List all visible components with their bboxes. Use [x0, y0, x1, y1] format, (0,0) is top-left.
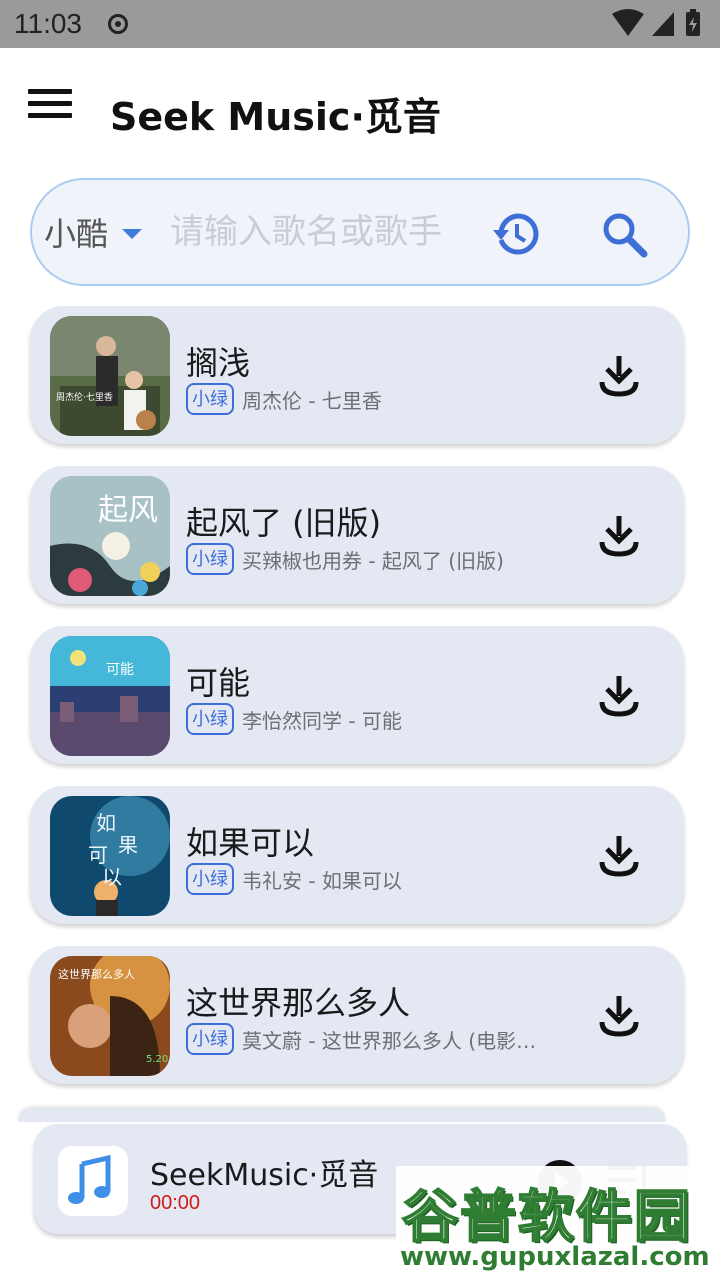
search-input[interactable]	[170, 206, 470, 258]
player-art	[58, 1146, 128, 1216]
song-artist-album: 莫文蔚 - 这世界那么多人 (电影…	[242, 1028, 537, 1053]
download-button[interactable]	[596, 992, 642, 1038]
song-artist-album: 李怡然同学 - 可能	[242, 708, 402, 733]
song-item[interactable]: 这世界那么多人 5.20 这世界那么多人 小绿 莫文蔚 - 这世界那么多人 (电…	[30, 946, 684, 1084]
source-label: 小酷	[44, 215, 109, 253]
song-title: 这世界那么多人	[186, 984, 411, 1022]
album-cover: 如 果 可 以	[50, 796, 170, 916]
download-button[interactable]	[596, 512, 642, 558]
app-title: Seek Music·觅音	[110, 95, 441, 139]
album-cover: 起风	[50, 476, 170, 596]
svg-text:果: 果	[118, 833, 138, 857]
song-artist-album: 周杰伦 - 七里香	[242, 388, 382, 413]
song-meta: 小绿 李怡然同学 - 可能	[186, 702, 402, 736]
song-meta: 小绿 买辣椒也用券 - 起风了 (旧版)	[186, 542, 504, 576]
song-meta: 小绿 莫文蔚 - 这世界那么多人 (电影…	[186, 1022, 536, 1056]
player-title: SeekMusic·觅音	[150, 1158, 379, 1193]
svg-text:这世界那么多人: 这世界那么多人	[58, 967, 135, 981]
history-button[interactable]	[492, 210, 540, 258]
download-icon	[599, 356, 639, 397]
svg-text:周杰伦·七里香: 周杰伦·七里香	[56, 391, 113, 403]
download-button[interactable]	[596, 832, 642, 878]
history-icon	[493, 213, 539, 255]
song-meta: 小绿 周杰伦 - 七里香	[186, 382, 382, 416]
source-dropdown[interactable]: 小酷	[44, 210, 143, 254]
svg-text:以: 以	[102, 865, 122, 889]
download-button[interactable]	[596, 352, 642, 398]
hamburger-icon	[28, 89, 72, 94]
battery-icon	[686, 9, 700, 36]
wifi-icon	[612, 9, 644, 36]
song-item[interactable]: 可能 可能 小绿 李怡然同学 - 可能	[30, 626, 684, 764]
menu-button[interactable]	[22, 84, 78, 132]
download-icon	[599, 836, 639, 877]
song-meta: 小绿 韦礼安 - 如果可以	[186, 862, 402, 896]
download-icon	[599, 516, 639, 557]
song-item[interactable]: 起风 起风了 (旧版) 小绿 买辣椒也用券 - 起风了 (旧版)	[30, 466, 684, 604]
status-time: 11:03	[14, 8, 82, 39]
album-cover: 可能	[50, 636, 170, 756]
source-badge: 小绿	[186, 1023, 234, 1055]
song-item[interactable]: 周杰伦·七里香 搁浅 小绿 周杰伦 - 七里香	[30, 306, 684, 444]
watermark-text: 谷普软件园	[401, 1184, 692, 1251]
album-cover: 这世界那么多人 5.20	[50, 956, 170, 1076]
song-title: 可能	[186, 664, 251, 702]
source-badge: 小绿	[186, 863, 234, 895]
svg-text:如: 如	[96, 811, 116, 835]
svg-text:起风: 起风	[98, 493, 158, 528]
song-artist-album: 买辣椒也用券 - 起风了 (旧版)	[242, 548, 504, 573]
status-icons	[610, 8, 710, 40]
hamburger-line	[28, 113, 72, 118]
svg-text:可: 可	[88, 843, 108, 867]
watermark: 谷普软件园 www.gupuxlazal.com	[396, 1166, 720, 1280]
caret-down-icon	[122, 229, 143, 239]
download-icon	[599, 676, 639, 717]
song-title: 搁浅	[186, 344, 251, 382]
player-time: 00:00	[150, 1192, 201, 1214]
hamburger-line	[28, 101, 72, 106]
search-icon	[603, 213, 648, 258]
source-badge: 小绿	[186, 383, 234, 415]
watermark-url: www.gupuxlazal.com	[400, 1242, 710, 1272]
song-item-partial	[18, 1108, 666, 1122]
search-button[interactable]	[600, 210, 648, 258]
music-note-icon	[68, 1154, 111, 1204]
source-badge: 小绿	[186, 543, 234, 575]
song-title: 起风了 (旧版)	[186, 504, 382, 542]
download-button[interactable]	[596, 672, 642, 718]
signal-icon	[652, 12, 674, 36]
svg-text:可能: 可能	[106, 662, 134, 678]
song-artist-album: 韦礼安 - 如果可以	[242, 868, 402, 893]
album-cover: 周杰伦·七里香	[50, 316, 170, 436]
song-item[interactable]: 如 果 可 以 如果可以 小绿 韦礼安 - 如果可以	[30, 786, 684, 924]
download-icon	[599, 996, 639, 1037]
status-bar: 11:03	[0, 0, 720, 48]
app-bar: Seek Music·觅音	[0, 48, 720, 168]
notification-dot-icon	[108, 14, 128, 34]
source-badge: 小绿	[186, 703, 234, 735]
song-title: 如果可以	[186, 824, 315, 862]
search-bar: 小酷	[30, 178, 690, 286]
svg-text:5.20: 5.20	[146, 1054, 168, 1065]
